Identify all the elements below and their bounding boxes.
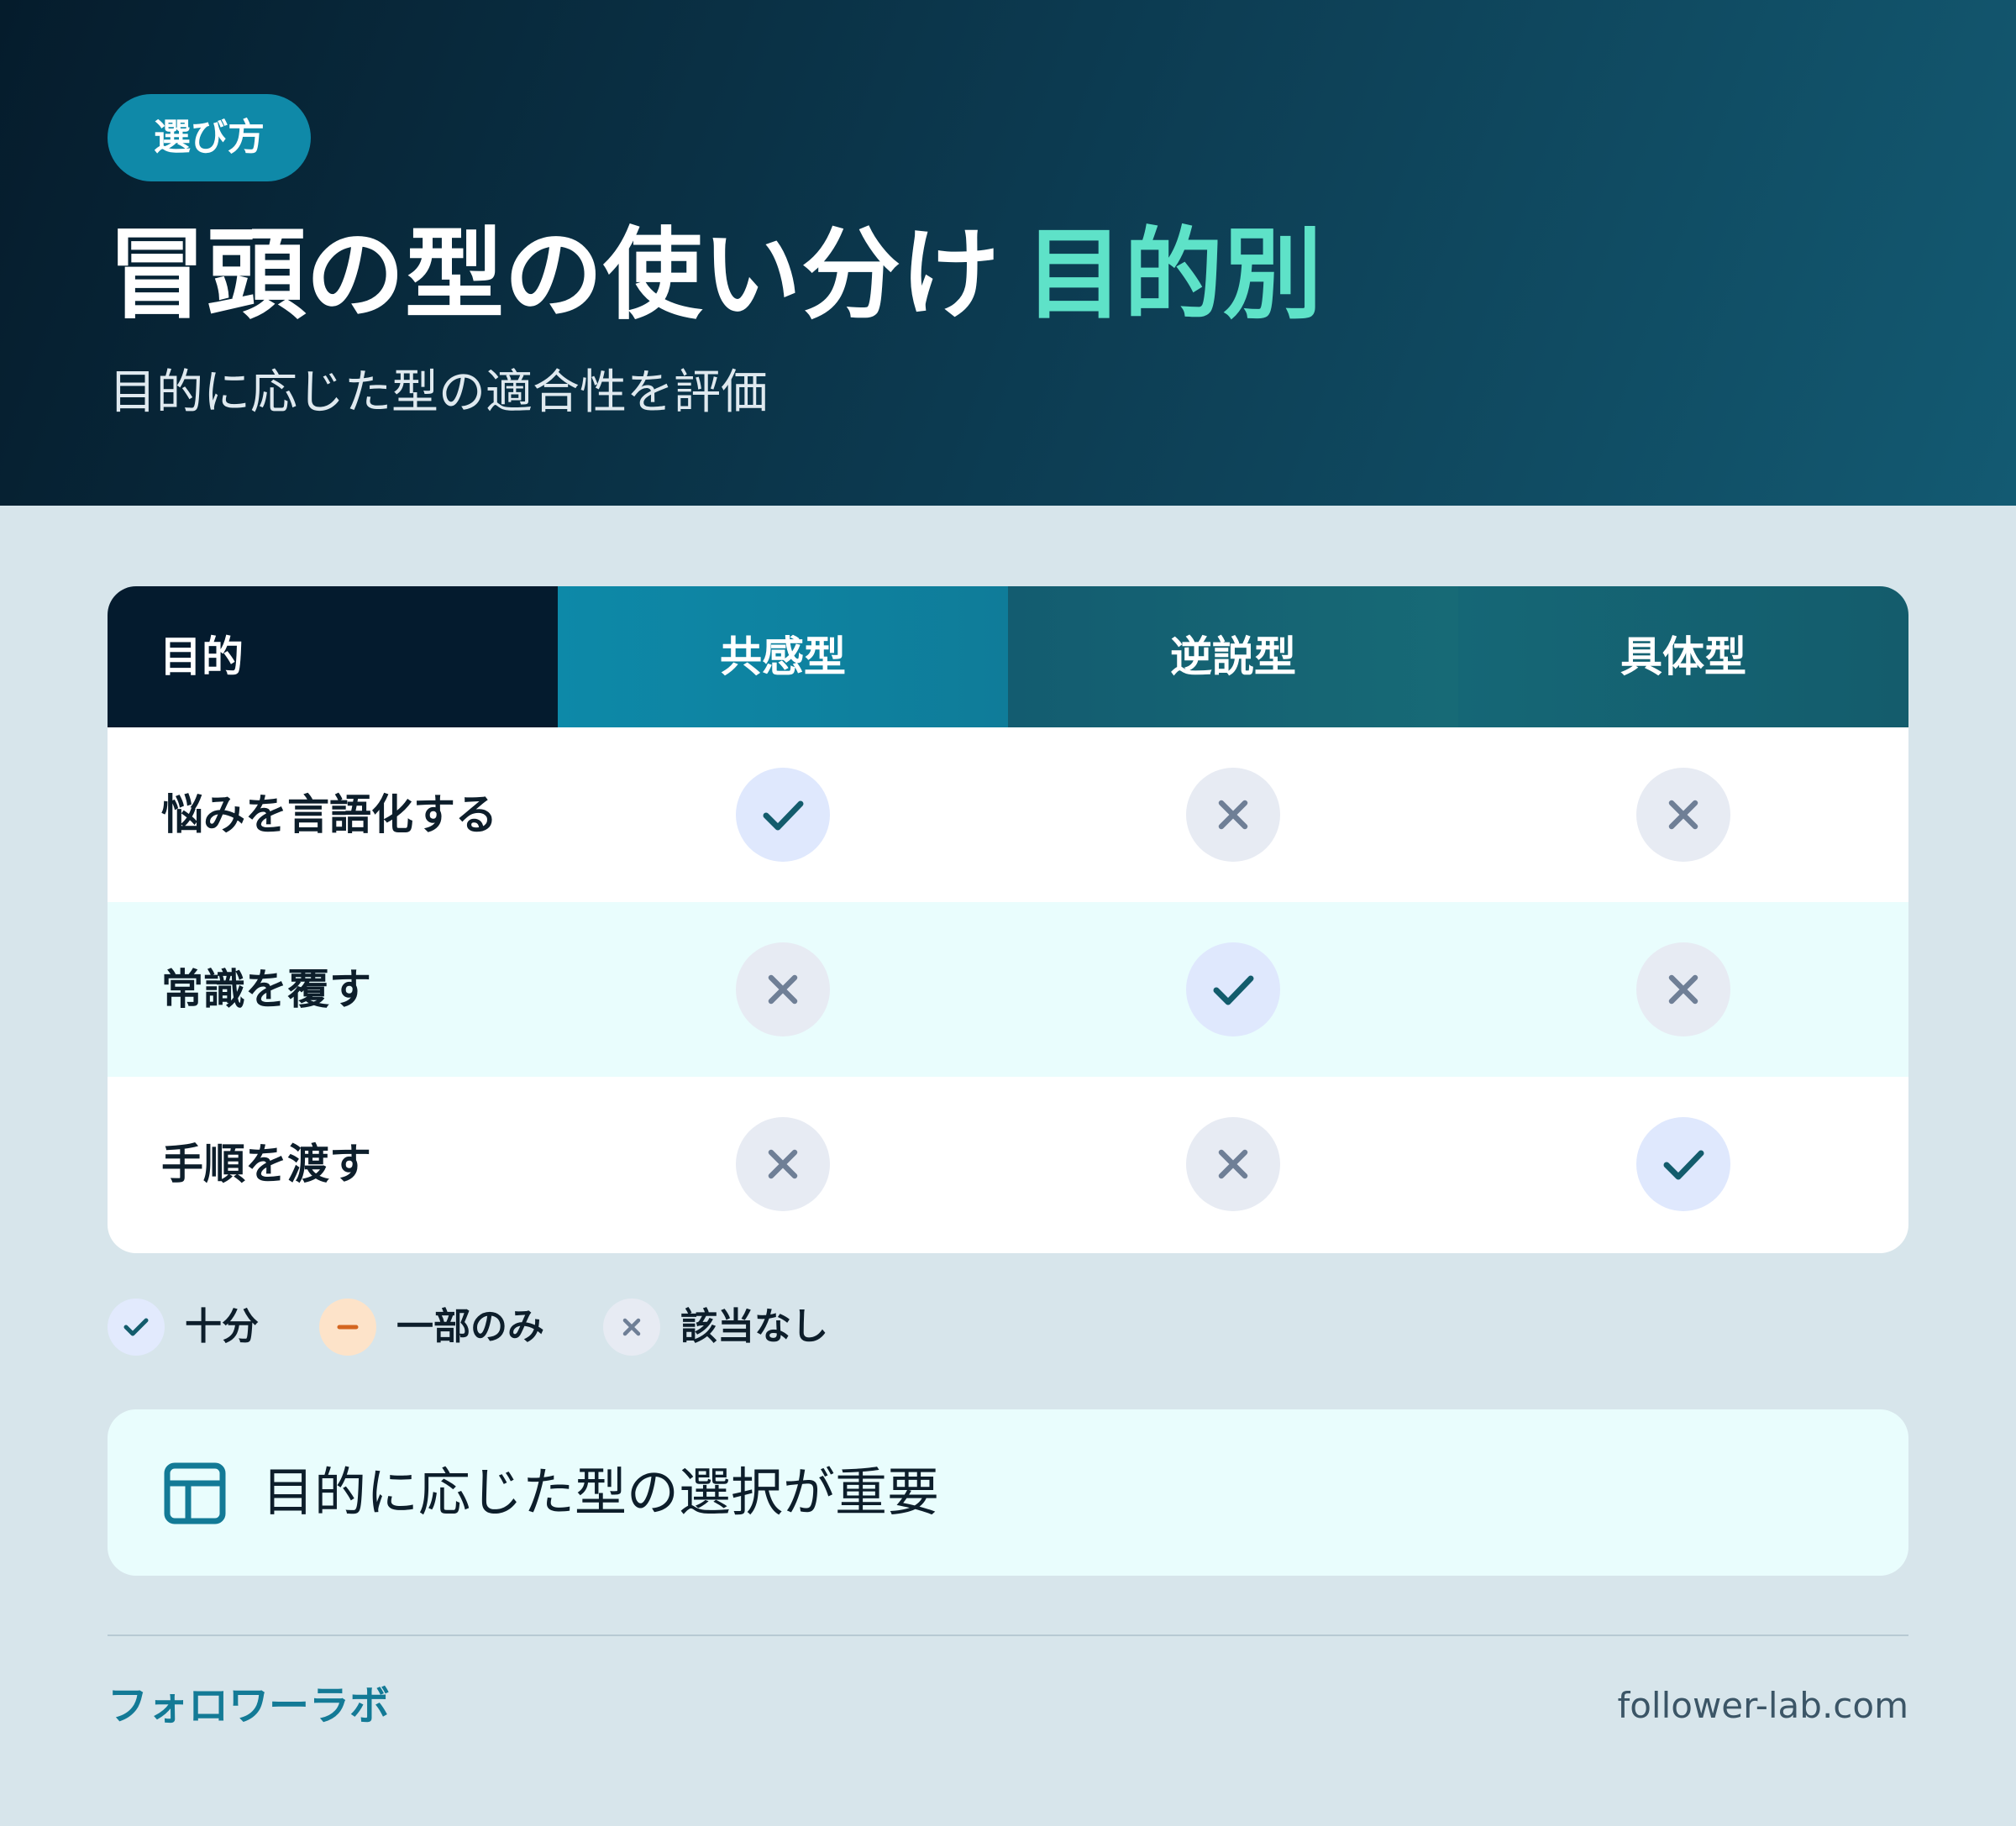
hero-header: 選び方 冒頭の型の使い分け 目的別 目的に応じた型の適合性を評価 <box>0 0 2016 506</box>
column-header-paradox: 逆説型 <box>1008 586 1458 727</box>
page-subtitle: 目的に応じた型の適合性を評価 <box>109 365 768 420</box>
cross-icon <box>1636 768 1730 862</box>
note-text: 目的に応じた型の選択が重要 <box>262 1461 940 1523</box>
brand-name: フォロワーラボ <box>108 1682 391 1729</box>
page-title: 冒頭の型の使い分け 目的別 <box>108 212 1322 338</box>
cross-icon <box>603 1299 660 1356</box>
cross-icon <box>736 1117 830 1211</box>
column-header-concrete: 具体型 <box>1458 586 1908 727</box>
table-row: 悩みを言語化する <box>108 727 1908 902</box>
check-icon <box>1186 942 1280 1036</box>
layout-icon <box>163 1461 227 1525</box>
table-header: 目的 共感型 逆説型 具体型 <box>108 586 1908 727</box>
cross-icon <box>736 942 830 1036</box>
comparison-table: 目的 共感型 逆説型 具体型 悩みを言語化する 常識を覆す 手順を渡す <box>108 586 1908 1253</box>
check-icon <box>108 1299 165 1356</box>
site-domain: follower-lab.com <box>1617 1685 1908 1726</box>
check-icon <box>736 768 830 862</box>
minus-icon <box>319 1299 376 1356</box>
cross-icon <box>1186 1117 1280 1211</box>
row-label: 悩みを言語化する <box>161 790 497 839</box>
table-row: 常識を覆す <box>108 902 1908 1077</box>
cross-icon <box>1186 768 1280 862</box>
category-badge: 選び方 <box>108 94 311 181</box>
title-accent: 目的別 <box>1025 217 1323 333</box>
cross-icon <box>1636 942 1730 1036</box>
summary-note: 目的に応じた型の選択が重要 <box>108 1409 1908 1576</box>
legend: 十分 一部のみ 該当なし <box>108 1299 1116 1357</box>
table-row: 手順を渡す <box>108 1077 1908 1251</box>
check-icon <box>1636 1117 1730 1211</box>
row-label: 手順を渡す <box>161 1140 371 1188</box>
column-header-empathy: 共感型 <box>558 586 1008 727</box>
row-label: 常識を覆す <box>161 965 371 1014</box>
footer-divider <box>108 1634 1908 1636</box>
title-main: 冒頭の型の使い分け <box>108 217 1000 333</box>
column-header-purpose: 目的 <box>108 586 558 727</box>
